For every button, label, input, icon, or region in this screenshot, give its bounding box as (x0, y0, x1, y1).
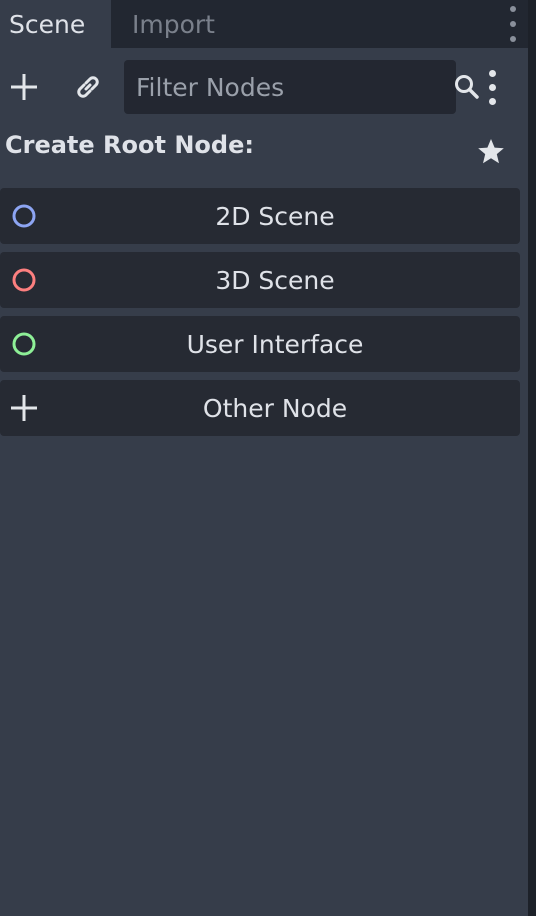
user-interface-button[interactable]: User Interface (0, 316, 520, 372)
dock-splitter[interactable] (528, 0, 536, 916)
other-node-label: Other Node (202, 393, 348, 423)
plus-icon (11, 74, 37, 100)
tab-import[interactable]: Import (111, 0, 251, 48)
create-root-node-label: Create Root Node: (5, 131, 254, 159)
tab-import-label: Import (132, 9, 215, 39)
instance-scene-button[interactable] (66, 60, 110, 114)
circle-icon (10, 202, 38, 230)
user-interface-label: User Interface (186, 329, 364, 359)
2d-scene-label: 2D Scene (215, 201, 335, 231)
filter-nodes-input[interactable] (124, 60, 453, 114)
tab-scene-label: Scene (9, 9, 86, 39)
star-icon[interactable] (475, 136, 507, 168)
plus-icon (10, 394, 38, 422)
tab-bar: Scene Import (0, 0, 528, 48)
filter-nodes-field[interactable] (124, 60, 479, 114)
dock-menu-icon[interactable] (506, 6, 520, 42)
3d-scene-label: 3D Scene (215, 265, 335, 295)
kebab-menu-icon[interactable] (470, 60, 514, 114)
circle-icon (10, 266, 38, 294)
other-node-button[interactable]: Other Node (0, 380, 520, 436)
circle-icon (10, 330, 38, 358)
link-icon (77, 76, 99, 98)
scene-dock: Scene Import Filter Nodes Create Root No… (0, 0, 528, 916)
2d-scene-button[interactable]: 2D Scene (0, 188, 520, 244)
scene-toolbar (0, 60, 528, 114)
3d-scene-button[interactable]: 3D Scene (0, 252, 520, 308)
add-node-button[interactable] (2, 60, 46, 114)
tab-scene[interactable]: Scene (0, 0, 111, 48)
